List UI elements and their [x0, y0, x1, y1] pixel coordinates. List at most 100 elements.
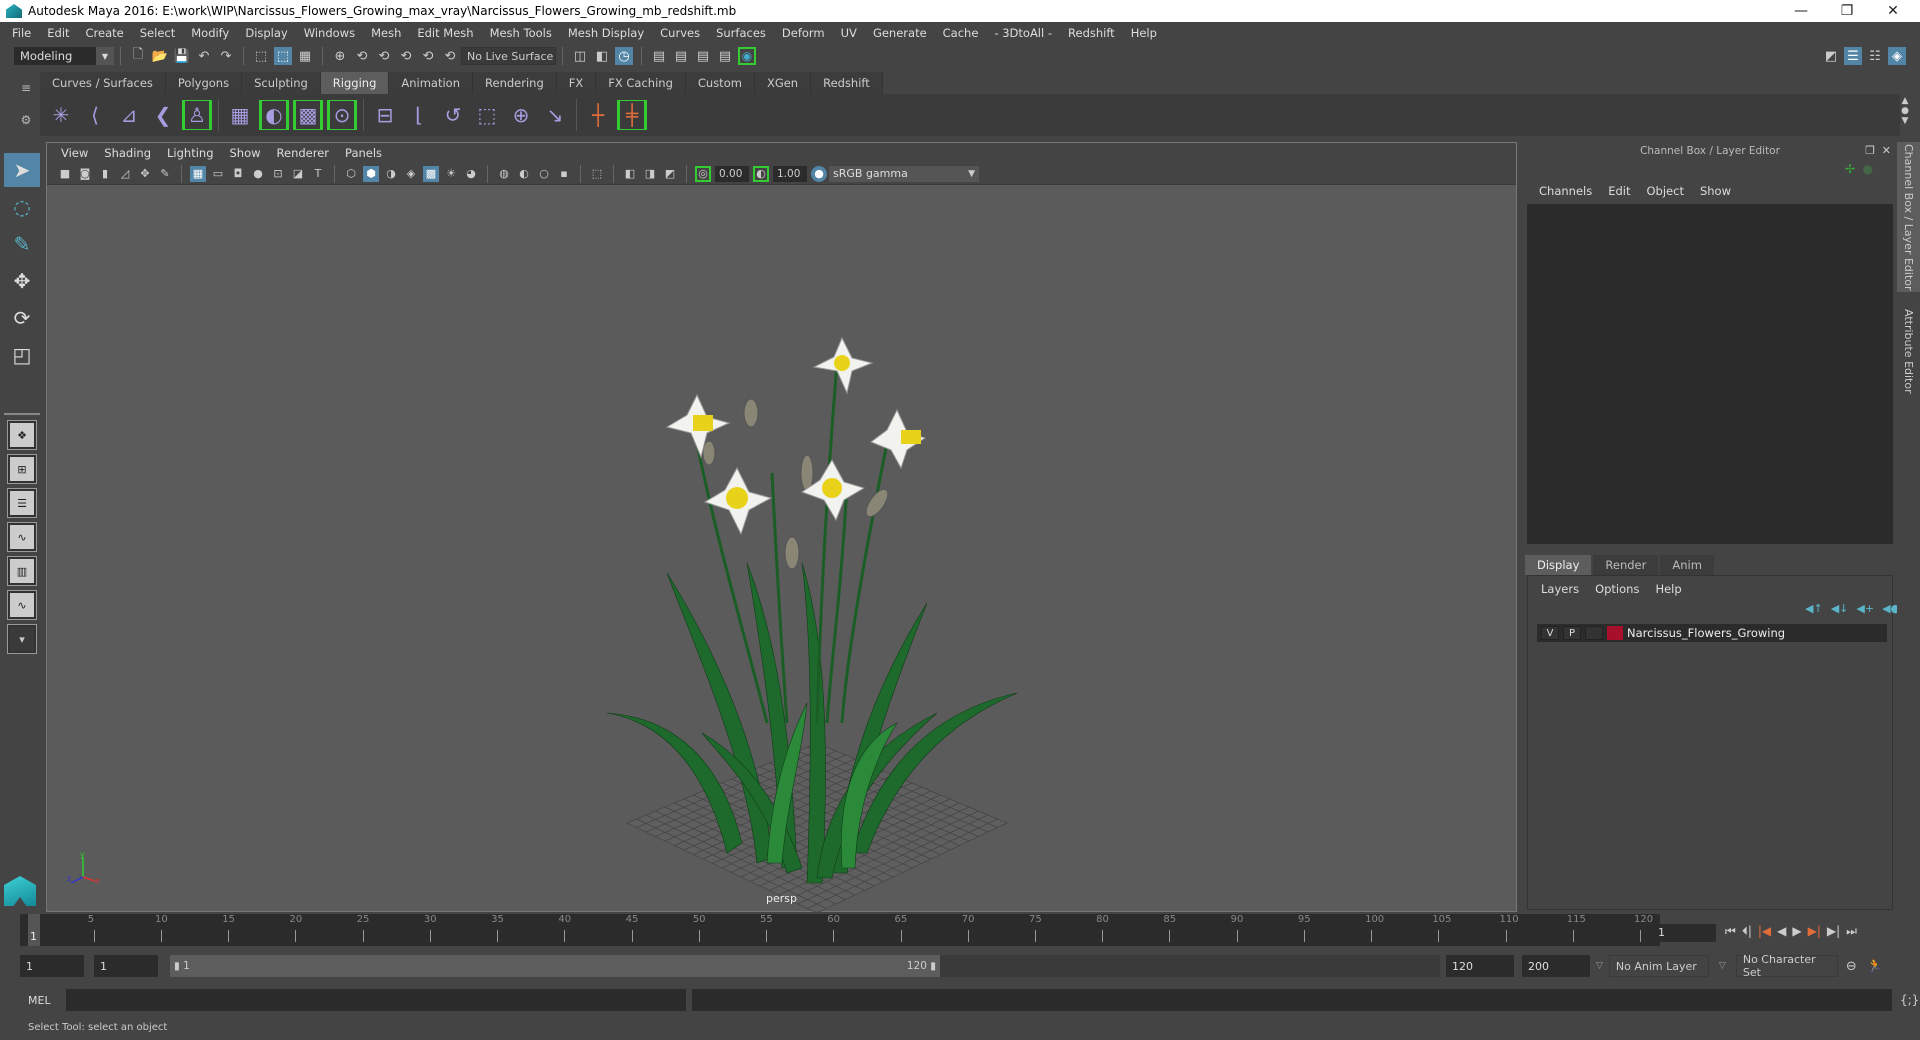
menu-generate[interactable]: Generate — [865, 26, 935, 40]
set-driven-key-icon[interactable]: ╪ — [617, 100, 647, 130]
pole-vector-constraint-icon[interactable]: ↘ — [540, 100, 570, 130]
chevron-down-icon[interactable]: ▽ — [1719, 961, 1726, 971]
layer-color-swatch[interactable] — [1607, 626, 1623, 640]
edit-menu[interactable]: Edit — [1600, 184, 1638, 198]
step-forward-key-icon[interactable]: ▶| — [1808, 924, 1821, 939]
range-slider-end-handle[interactable]: 120 ▮ — [907, 960, 936, 972]
menu-display[interactable]: Display — [237, 26, 295, 40]
shelf-tab-curves-surfaces[interactable]: Curves / Surfaces — [40, 72, 166, 94]
gate-mask-icon[interactable]: ● — [250, 166, 266, 182]
shelf-tab-xgen[interactable]: XGen — [754, 72, 812, 94]
wireframe-icon[interactable]: ⬡ — [343, 166, 359, 182]
layers-menu[interactable]: Layers — [1533, 582, 1587, 596]
new-scene-icon[interactable]: 🗋 — [129, 47, 147, 65]
anim-layer-dropdown[interactable]: No Anim Layer — [1608, 955, 1709, 977]
tab-anim[interactable]: Anim — [1660, 555, 1714, 575]
select-by-component-icon[interactable]: ▦ — [296, 47, 314, 65]
create-joints-icon[interactable]: ⟨ — [80, 100, 110, 130]
output-ops-icon[interactable]: ◧ — [593, 47, 611, 65]
paint-select-tool-icon[interactable]: ✎ — [4, 227, 40, 261]
menu-edit-mesh[interactable]: Edit Mesh — [409, 26, 481, 40]
image-plane-icon[interactable]: ◿ — [117, 166, 133, 182]
menu-cache[interactable]: Cache — [935, 26, 987, 40]
menu-curves[interactable]: Curves — [652, 26, 708, 40]
menu-3dtoall[interactable]: - 3DtoAll - — [986, 26, 1060, 40]
menu-redshift[interactable]: Redshift — [1060, 26, 1123, 40]
speed-icon[interactable]: ● — [1863, 162, 1873, 176]
undo-icon[interactable]: ↶ — [195, 47, 213, 65]
current-frame-field[interactable]: 1 — [1652, 924, 1716, 942]
viewport-persp[interactable]: View Shading Lighting Show Renderer Pane… — [46, 142, 1517, 914]
textured-icon[interactable]: ▩ — [423, 165, 439, 182]
tab-render[interactable]: Render — [1593, 555, 1659, 575]
shelf-tab-fx[interactable]: FX — [556, 72, 597, 94]
persp-graph-hypergraph-layout-icon[interactable]: ∿ — [7, 590, 37, 620]
manipulator-icon[interactable]: ✢ — [1845, 162, 1855, 176]
animation-end-field[interactable]: 200 — [1522, 955, 1590, 977]
shadows-icon[interactable]: ◕ — [463, 166, 479, 182]
construction-history-icon[interactable]: ◷ — [615, 47, 633, 65]
multisample-aa-icon[interactable]: ○ — [536, 166, 552, 182]
channels-menu[interactable]: Channels — [1531, 184, 1600, 198]
ipr-render-icon[interactable]: ▤ — [694, 47, 712, 65]
menu-help[interactable]: Help — [1123, 26, 1165, 40]
auto-key-icon[interactable]: ⊖ — [1846, 959, 1857, 974]
snap-to-point-icon[interactable]: ⟲ — [375, 47, 393, 65]
input-ops-icon[interactable]: ◫ — [571, 47, 589, 65]
viewport-menu-lighting[interactable]: Lighting — [159, 146, 221, 160]
render-view-icon[interactable]: ▤ — [650, 47, 668, 65]
xray-joints-icon[interactable]: ◩ — [662, 166, 678, 182]
film-gate-icon[interactable]: ▭ — [210, 166, 226, 182]
playback-end-field[interactable]: 120 — [1446, 955, 1514, 977]
layer-playback-toggle[interactable]: P — [1563, 626, 1581, 640]
gamma-icon[interactable]: ◐ — [753, 165, 769, 182]
command-language-label[interactable]: MEL — [20, 994, 51, 1007]
minimize-button[interactable]: — — [1778, 0, 1824, 22]
go-to-start-icon[interactable]: ⏮ — [1725, 924, 1736, 939]
safe-title-icon[interactable]: T — [310, 166, 326, 182]
menu-windows[interactable]: Windows — [296, 26, 363, 40]
show-menu[interactable]: Show — [1692, 184, 1739, 198]
motion-blur-icon[interactable]: ◐ — [516, 166, 532, 182]
close-button[interactable]: ✕ — [1870, 0, 1916, 22]
menu-surfaces[interactable]: Surfaces — [708, 26, 774, 40]
live-surface-field[interactable]: No Live Surface — [461, 47, 556, 65]
viewport-menu-view[interactable]: View — [53, 146, 96, 160]
scale-tool-icon[interactable]: ◰ — [4, 338, 40, 372]
viewport-menu-panels[interactable]: Panels — [337, 146, 390, 160]
exposure-icon[interactable]: ◎ — [695, 165, 711, 182]
create-locator-icon[interactable]: ✳ — [46, 100, 76, 130]
open-scene-icon[interactable]: 📂 — [151, 47, 169, 65]
depth-of-field-icon[interactable]: ▪ — [556, 166, 572, 182]
shelf-tab-redshift[interactable]: Redshift — [811, 72, 883, 94]
shelf-tab-rendering[interactable]: Rendering — [473, 72, 557, 94]
float-panel-icon[interactable]: ❐ — [1865, 144, 1875, 157]
tool-settings-toggle-icon[interactable]: ☷ — [1866, 47, 1884, 65]
aim-constraint-icon[interactable]: ⊕ — [506, 100, 536, 130]
gamma-field[interactable]: 1.00 — [773, 165, 807, 182]
options-menu[interactable]: Options — [1587, 582, 1647, 596]
select-by-hierarchy-icon[interactable]: ⬚ — [252, 47, 270, 65]
scale-constraint-icon[interactable]: ⬚ — [472, 100, 502, 130]
paint-skin-weights-icon[interactable]: ▦ — [225, 100, 255, 130]
channel-box-area[interactable] — [1527, 204, 1893, 544]
screen-space-ao-icon[interactable]: ◍ — [496, 166, 512, 182]
grease-pencil-icon[interactable]: ✎ — [157, 166, 173, 182]
range-slider-start-handle[interactable]: ▮ 1 — [174, 960, 190, 972]
point-constraint-icon[interactable]: ⌊ — [404, 100, 434, 130]
play-forwards-icon[interactable]: ▶ — [1792, 924, 1801, 939]
restore-button[interactable]: ❐ — [1824, 0, 1870, 22]
lasso-tool-icon[interactable]: ◌ — [4, 190, 40, 224]
menu-select[interactable]: Select — [132, 26, 183, 40]
shelf-settings-icon[interactable]: ⚙ — [21, 113, 32, 127]
select-by-object-icon[interactable]: ⬚ — [274, 47, 292, 65]
isolate-select-icon[interactable]: ⬚ — [589, 166, 605, 182]
four-view-layout-icon[interactable]: ⊞ — [7, 454, 37, 484]
move-layer-up-icon[interactable]: ◀↑ — [1805, 602, 1823, 615]
viewport-menu-renderer[interactable]: Renderer — [269, 146, 338, 160]
menu-file[interactable]: File — [4, 26, 39, 40]
orient-constraint-icon[interactable]: ↺ — [438, 100, 468, 130]
set-key-icon[interactable]: ┼ — [583, 100, 613, 130]
exposure-field[interactable]: 0.00 — [715, 165, 749, 182]
hypershade-icon[interactable]: ◉ — [738, 47, 756, 65]
